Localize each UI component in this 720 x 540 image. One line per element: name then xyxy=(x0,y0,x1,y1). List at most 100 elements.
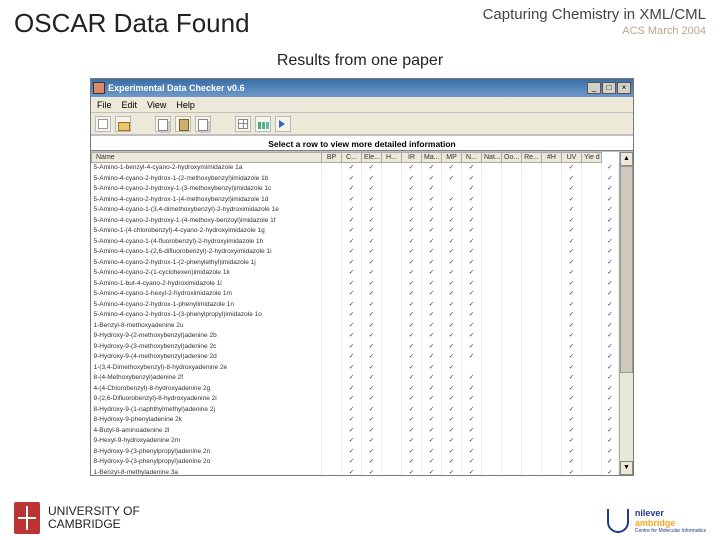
paste-icon[interactable] xyxy=(175,116,191,132)
chart-icon[interactable] xyxy=(255,116,271,132)
cut-icon[interactable] xyxy=(195,116,211,132)
tick-cell: ✓ xyxy=(442,363,462,374)
tick-cell xyxy=(522,394,542,405)
menu-help[interactable]: Help xyxy=(176,100,195,110)
column-header[interactable]: Yie d xyxy=(582,153,602,163)
tick-cell xyxy=(582,405,602,416)
uc-line3: Centre for Molecular Informatics xyxy=(635,529,706,535)
tick-cell: ✓ xyxy=(462,289,482,300)
column-header[interactable]: H... xyxy=(382,153,402,163)
table-row[interactable]: 5-Amino-1-but-4-cyano-2-hydroximidazole … xyxy=(92,279,619,290)
table-row[interactable]: 8-Hydroxy-9-(1-naphthylmethyl)adenine 2j… xyxy=(92,405,619,416)
scroll-up-button[interactable]: ▲ xyxy=(620,152,633,166)
copy-icon[interactable] xyxy=(155,116,171,132)
tick-cell xyxy=(322,405,342,416)
tick-cell: ✓ xyxy=(602,289,619,300)
tick-cell: ✓ xyxy=(602,279,619,290)
menu-view[interactable]: View xyxy=(147,100,166,110)
table-row[interactable]: 5-Amino-4-cyano-1-hexyl-2-hydroximidazol… xyxy=(92,289,619,300)
tick-cell xyxy=(482,363,502,374)
table-row[interactable]: 4-(4-Chlorobenzyl)-8-hydroxyadenine 2g✓✓… xyxy=(92,384,619,395)
tick-cell xyxy=(482,205,502,216)
table-row[interactable]: 5-Amino-4-cyano-1-(3,4-dimethoxybenzyl)-… xyxy=(92,205,619,216)
table-row[interactable]: 8-(4-Methoxybenzyl)adenine 2f✓✓✓✓✓✓✓✓ xyxy=(92,373,619,384)
table-row[interactable]: 4-Butyl-8-aminoadenine 2l✓✓✓✓✓✓✓✓ xyxy=(92,426,619,437)
table-row[interactable]: 9-Hydroxy-9-(2-methoxybenzyl)adenine 2b✓… xyxy=(92,331,619,342)
scroll-down-button[interactable]: ▼ xyxy=(620,461,633,475)
table-row[interactable]: 5-Amino-4-cyano-2-hydrox-1-phenylimidazo… xyxy=(92,300,619,311)
tick-cell xyxy=(502,216,522,227)
table-row[interactable]: 5-Amino-4-cyano-2-(1-cyclohexen)imidazol… xyxy=(92,268,619,279)
slide-subtitle: Results from one paper xyxy=(0,52,720,70)
column-header[interactable]: Ele... xyxy=(362,153,382,163)
column-header[interactable]: BP xyxy=(322,153,342,163)
table-row[interactable]: 5-Amino-4-cyano-1-(2,6-difluorobenzyl)-2… xyxy=(92,247,619,258)
table-row[interactable]: 5-Amino-4-cyano-2-hydrox-1-(2-phenylethy… xyxy=(92,258,619,269)
table-icon[interactable] xyxy=(235,116,251,132)
column-header[interactable]: Ma... xyxy=(422,153,442,163)
tick-cell xyxy=(322,331,342,342)
column-header[interactable]: IR xyxy=(402,153,422,163)
column-header[interactable]: UV xyxy=(562,153,582,163)
column-header[interactable]: N... xyxy=(462,153,482,163)
tick-cell xyxy=(322,174,342,185)
table-row[interactable]: 5-Amino-4-cyano-1-(4-fluorobenzyl)-2-hyd… xyxy=(92,237,619,248)
table-row[interactable]: 1-Benzyl-8-methoxyadenine 2u✓✓✓✓✓✓✓✓ xyxy=(92,321,619,332)
table-row[interactable]: 9-Hydroxy-9-(3-methoxybenzyl)adenine 2c✓… xyxy=(92,342,619,353)
table-row[interactable]: 8-Hydroxy-9-phenyladenine 2k✓✓✓✓✓✓✓✓ xyxy=(92,415,619,426)
tick-cell: ✓ xyxy=(462,436,482,447)
maximize-button[interactable]: □ xyxy=(602,82,616,94)
tick-cell: ✓ xyxy=(362,163,382,174)
open-icon[interactable] xyxy=(115,116,131,132)
table-row[interactable]: 5-Amino-4-cyano-2-hydrox-1-(3-phenylprop… xyxy=(92,310,619,321)
minimize-button[interactable]: _ xyxy=(587,82,601,94)
column-header[interactable]: #H xyxy=(542,153,562,163)
tick-cell: ✓ xyxy=(462,447,482,458)
scroll-track[interactable] xyxy=(620,166,633,461)
tick-cell xyxy=(322,373,342,384)
vertical-scrollbar[interactable]: ▲ ▼ xyxy=(619,152,633,475)
table-row[interactable]: 8-Hydroxy-9-(3-phenylpropyl)adenine 2o✓✓… xyxy=(92,457,619,468)
run-icon[interactable] xyxy=(275,116,291,132)
results-table[interactable]: NameBPC...Ele...H...IRMa...MPN...Nat...O… xyxy=(91,152,619,475)
tick-cell: ✓ xyxy=(422,468,442,476)
tick-cell: ✓ xyxy=(342,384,362,395)
table-row[interactable]: 5-Amino-4-cyano-2-hydroxy-1-(4-methoxy-b… xyxy=(92,216,619,227)
tick-cell: ✓ xyxy=(402,352,422,363)
menu-file[interactable]: File xyxy=(97,100,112,110)
column-header[interactable]: Nat... xyxy=(482,153,502,163)
tick-cell: ✓ xyxy=(562,457,582,468)
column-header[interactable]: Re... xyxy=(522,153,542,163)
tick-cell: ✓ xyxy=(362,436,382,447)
table-row[interactable]: 9-(2,6-Difluorobenzyl)-8-hydroxyadenine … xyxy=(92,394,619,405)
tick-cell xyxy=(582,279,602,290)
table-row[interactable]: 5-Amino-4-cyano-2-hydrox-1-(4-methoxyben… xyxy=(92,195,619,206)
tick-cell xyxy=(322,195,342,206)
close-button[interactable]: × xyxy=(617,82,631,94)
table-row[interactable]: 9-Hexyl-9-hydroxyadenine 2m✓✓✓✓✓✓✓✓ xyxy=(92,436,619,447)
table-row[interactable]: 5-Amino-1-benzyl-4-cyano-2-hydroxymimida… xyxy=(92,163,619,174)
table-row[interactable]: 1-(3,4-Dimethoxybenzyl)-8-hydroxyadenine… xyxy=(92,363,619,374)
table-row[interactable]: 5-Amino-4-cyano-2-hydrox-1-(2-methoxyben… xyxy=(92,174,619,185)
table-row[interactable]: 1-Benzyl-8-methyladenine 3a✓✓✓✓✓✓✓✓ xyxy=(92,468,619,476)
table-row[interactable]: 5-Amino-1-(4-chlorobenzyl)-4-cyano-2-hyd… xyxy=(92,226,619,237)
tick-cell xyxy=(382,247,402,258)
unilever-u-icon xyxy=(607,509,629,533)
table-row[interactable]: 8-Hydroxy-9-(3-phenylpropyl)adenine 2n✓✓… xyxy=(92,447,619,458)
menu-edit[interactable]: Edit xyxy=(122,100,138,110)
tick-cell xyxy=(502,415,522,426)
column-header[interactable]: C... xyxy=(342,153,362,163)
tick-cell: ✓ xyxy=(602,184,619,195)
column-header[interactable]: Name xyxy=(92,153,322,163)
scroll-thumb[interactable] xyxy=(620,166,633,373)
tick-cell xyxy=(482,184,502,195)
tick-cell: ✓ xyxy=(462,268,482,279)
tick-cell xyxy=(322,457,342,468)
tick-cell: ✓ xyxy=(342,447,362,458)
new-icon[interactable] xyxy=(95,116,111,132)
column-header[interactable]: MP xyxy=(442,153,462,163)
table-row[interactable]: 5-Amino-4-cyano-2-hydroxy-1-(3-methoxybe… xyxy=(92,184,619,195)
table-row[interactable]: 9-Hydroxy-9-(4-methoxybenzyl)adenine 2d✓… xyxy=(92,352,619,363)
column-header[interactable]: Oo... xyxy=(502,153,522,163)
tick-cell: ✓ xyxy=(562,426,582,437)
